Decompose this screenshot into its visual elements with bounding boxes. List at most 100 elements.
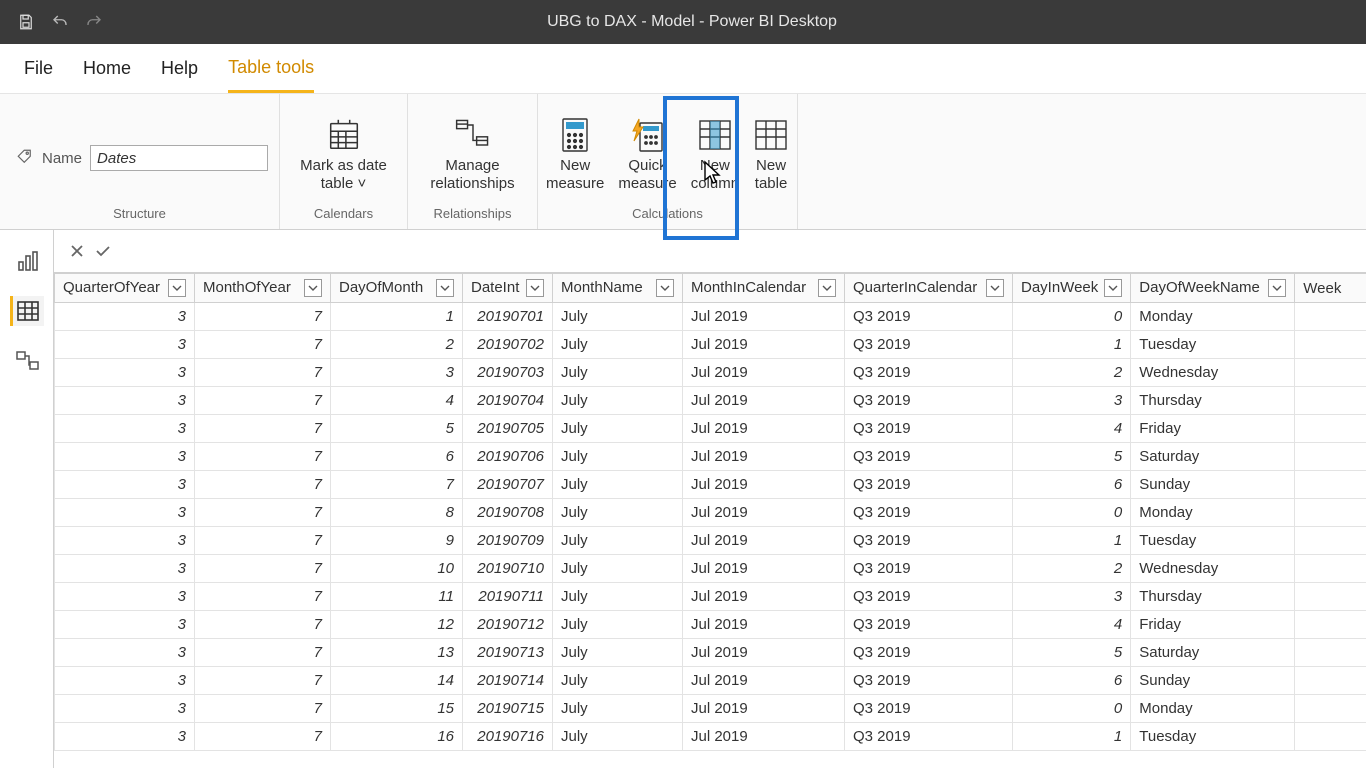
table-cell[interactable]: July (553, 471, 683, 499)
table-cell[interactable]: July (553, 303, 683, 331)
table-cell[interactable]: 0 (1013, 303, 1131, 331)
table-cell[interactable] (1295, 611, 1366, 639)
table-cell[interactable]: 7 (195, 303, 331, 331)
table-cell[interactable]: 20190715 (463, 695, 553, 723)
table-cell[interactable]: Q3 2019 (845, 471, 1013, 499)
table-cell[interactable]: Q3 2019 (845, 555, 1013, 583)
table-cell[interactable]: Q3 2019 (845, 639, 1013, 667)
filter-dropdown-icon[interactable] (1268, 279, 1286, 297)
column-header[interactable]: DateInt (463, 274, 553, 303)
table-cell[interactable]: 20190702 (463, 331, 553, 359)
tab-help[interactable]: Help (161, 46, 198, 91)
filter-dropdown-icon[interactable] (436, 279, 454, 297)
table-cell[interactable] (1295, 583, 1366, 611)
quick-measure-button[interactable]: Quick measure (612, 109, 682, 193)
table-row[interactable]: 371120190711JulyJul 2019Q3 20193Thursday (55, 583, 1366, 611)
table-cell[interactable]: Jul 2019 (683, 303, 845, 331)
table-cell[interactable] (1295, 471, 1366, 499)
table-cell[interactable]: 1 (1013, 331, 1131, 359)
table-cell[interactable]: 20190707 (463, 471, 553, 499)
table-cell[interactable]: 7 (195, 471, 331, 499)
table-cell[interactable]: Jul 2019 (683, 695, 845, 723)
table-cell[interactable]: 4 (1013, 611, 1131, 639)
table-cell[interactable]: 6 (331, 443, 463, 471)
table-cell[interactable]: 3 (55, 695, 195, 723)
table-cell[interactable]: 7 (195, 667, 331, 695)
table-cell[interactable]: Jul 2019 (683, 527, 845, 555)
table-cell[interactable]: Tuesday (1131, 723, 1295, 751)
table-cell[interactable]: 7 (195, 359, 331, 387)
table-cell[interactable]: July (553, 723, 683, 751)
table-row[interactable]: 371620190716JulyJul 2019Q3 20191Tuesday (55, 723, 1366, 751)
table-cell[interactable]: July (553, 555, 683, 583)
filter-dropdown-icon[interactable] (986, 279, 1004, 297)
table-row[interactable]: 371220190712JulyJul 2019Q3 20194Friday (55, 611, 1366, 639)
table-cell[interactable]: Jul 2019 (683, 331, 845, 359)
table-cell[interactable]: 0 (1013, 499, 1131, 527)
table-cell[interactable]: Q3 2019 (845, 415, 1013, 443)
table-cell[interactable]: 7 (195, 583, 331, 611)
table-cell[interactable]: 3 (55, 527, 195, 555)
column-header[interactable]: Week (1295, 274, 1366, 303)
table-cell[interactable] (1295, 331, 1366, 359)
table-cell[interactable]: Jul 2019 (683, 471, 845, 499)
table-cell[interactable]: Q3 2019 (845, 387, 1013, 415)
tab-home[interactable]: Home (83, 46, 131, 91)
table-cell[interactable]: Sunday (1131, 667, 1295, 695)
table-row[interactable]: 37720190707JulyJul 2019Q3 20196Sunday (55, 471, 1366, 499)
table-cell[interactable]: 1 (1013, 723, 1131, 751)
table-cell[interactable]: 7 (195, 723, 331, 751)
table-row[interactable]: 37120190701JulyJul 2019Q3 20190Monday (55, 303, 1366, 331)
column-header[interactable]: DayOfWeekName (1131, 274, 1295, 303)
column-header[interactable]: MonthInCalendar (683, 274, 845, 303)
table-cell[interactable]: Tuesday (1131, 331, 1295, 359)
report-view-button[interactable] (10, 246, 44, 276)
table-cell[interactable]: Saturday (1131, 639, 1295, 667)
mark-as-date-table-button[interactable]: Mark as date table ˅ (294, 109, 393, 193)
table-cell[interactable]: July (553, 667, 683, 695)
table-cell[interactable]: 3 (55, 723, 195, 751)
table-cell[interactable]: Jul 2019 (683, 555, 845, 583)
column-header[interactable]: MonthOfYear (195, 274, 331, 303)
table-cell[interactable]: Friday (1131, 415, 1295, 443)
column-header[interactable]: DayOfMonth (331, 274, 463, 303)
table-cell[interactable]: Jul 2019 (683, 359, 845, 387)
tab-file[interactable]: File (24, 46, 53, 91)
table-cell[interactable]: 11 (331, 583, 463, 611)
table-cell[interactable]: Thursday (1131, 583, 1295, 611)
table-cell[interactable] (1295, 527, 1366, 555)
table-row[interactable]: 37320190703JulyJul 2019Q3 20192Wednesday (55, 359, 1366, 387)
table-cell[interactable]: 3 (55, 415, 195, 443)
table-cell[interactable]: July (553, 583, 683, 611)
table-cell[interactable]: 2 (331, 331, 463, 359)
table-cell[interactable]: 14 (331, 667, 463, 695)
table-name-input[interactable] (90, 145, 268, 171)
column-header[interactable]: QuarterInCalendar (845, 274, 1013, 303)
table-row[interactable]: 371020190710JulyJul 2019Q3 20192Wednesda… (55, 555, 1366, 583)
table-cell[interactable]: 20190703 (463, 359, 553, 387)
table-cell[interactable]: 5 (331, 415, 463, 443)
filter-dropdown-icon[interactable] (168, 279, 186, 297)
table-cell[interactable]: Saturday (1131, 443, 1295, 471)
table-cell[interactable]: 20190705 (463, 415, 553, 443)
table-cell[interactable]: 20190710 (463, 555, 553, 583)
table-cell[interactable]: Monday (1131, 303, 1295, 331)
table-cell[interactable]: 6 (1013, 471, 1131, 499)
data-view-button[interactable] (10, 296, 44, 326)
table-cell[interactable]: 7 (195, 555, 331, 583)
table-cell[interactable]: 20190701 (463, 303, 553, 331)
table-cell[interactable] (1295, 415, 1366, 443)
data-grid[interactable]: QuarterOfYearMonthOfYearDayOfMonthDateIn… (54, 273, 1366, 768)
table-cell[interactable]: 3 (1013, 387, 1131, 415)
table-cell[interactable] (1295, 639, 1366, 667)
table-cell[interactable]: 3 (55, 555, 195, 583)
table-cell[interactable]: 7 (331, 471, 463, 499)
table-cell[interactable]: 7 (195, 415, 331, 443)
table-cell[interactable]: Jul 2019 (683, 499, 845, 527)
table-cell[interactable]: 3 (55, 471, 195, 499)
table-cell[interactable]: 2 (1013, 555, 1131, 583)
table-cell[interactable]: 3 (55, 583, 195, 611)
table-cell[interactable]: Monday (1131, 695, 1295, 723)
table-cell[interactable]: 10 (331, 555, 463, 583)
table-cell[interactable]: 15 (331, 695, 463, 723)
